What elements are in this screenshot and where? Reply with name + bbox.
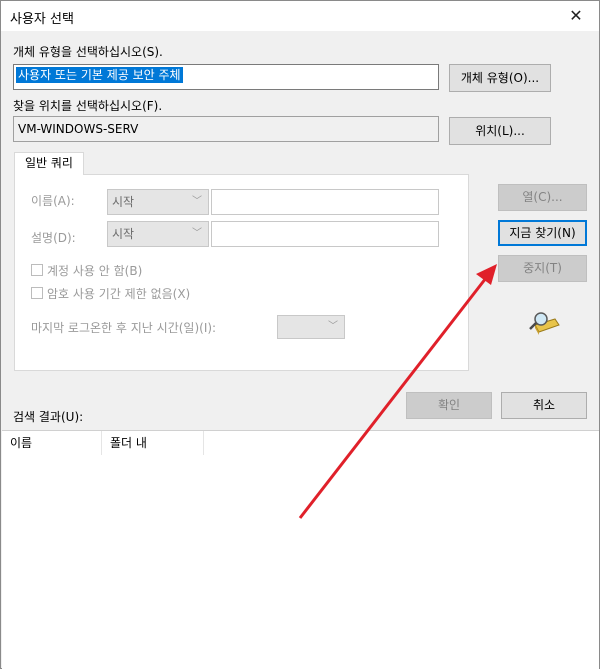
object-type-field[interactable]: 사용자 또는 기본 제공 보안 주체: [13, 64, 439, 90]
location-label: 찾을 위치를 선택하십시오(F).: [13, 99, 163, 113]
ok-button[interactable]: 확인: [406, 392, 492, 419]
column-header-folder[interactable]: 폴더 내: [102, 431, 204, 455]
close-icon[interactable]: ✕: [553, 1, 599, 31]
window-title: 사용자 선택: [10, 12, 74, 27]
object-type-value: 사용자 또는 기본 제공 보안 주체: [16, 67, 183, 83]
columns-button[interactable]: 열(C)...: [498, 184, 587, 211]
chevron-down-icon: ﹀: [328, 321, 338, 332]
disabled-accounts-checkbox[interactable]: [31, 264, 43, 276]
object-types-button[interactable]: 개체 유형(O)...: [449, 64, 551, 92]
non-expiring-password-label: 암호 사용 기간 제한 없음(X): [47, 287, 191, 301]
locations-button[interactable]: 위치(L)...: [449, 117, 551, 145]
search-results-label: 검색 결과(U):: [13, 410, 84, 424]
column-header-name[interactable]: 이름: [2, 431, 102, 455]
days-since-logon-select[interactable]: ﹀: [277, 315, 345, 339]
search-results-list[interactable]: 이름 폴더 내: [2, 430, 599, 669]
chevron-down-icon: ﹀: [192, 196, 202, 207]
description-label: 설명(D):: [31, 231, 76, 245]
days-since-logon-label: 마지막 로그온한 후 지난 시간(일)(I):: [31, 321, 217, 335]
description-match-value: 시작: [112, 227, 135, 241]
object-type-label: 개체 유형을 선택하십시오(S).: [13, 45, 163, 59]
description-input[interactable]: [211, 221, 439, 247]
name-match-value: 시작: [112, 195, 135, 209]
tab-common-queries[interactable]: 일반 쿼리: [14, 152, 84, 175]
disabled-accounts-label: 계정 사용 안 함(B): [47, 264, 143, 278]
dialog-window: 사용자 선택 ✕ 개체 유형을 선택하십시오(S). 사용자 또는 기본 제공 …: [0, 0, 600, 669]
title-bar: 사용자 선택 ✕: [1, 1, 599, 31]
cancel-button[interactable]: 취소: [501, 392, 587, 419]
location-field[interactable]: VM-WINDOWS-SERV: [13, 116, 439, 142]
non-expiring-password-checkbox[interactable]: [31, 287, 43, 299]
description-match-select[interactable]: 시작 ﹀: [107, 221, 209, 247]
name-input[interactable]: [211, 189, 439, 215]
search-icon: [529, 312, 560, 335]
stop-button[interactable]: 중지(T): [498, 255, 587, 282]
find-now-button[interactable]: 지금 찾기(N): [498, 220, 587, 246]
chevron-down-icon: ﹀: [192, 228, 202, 239]
name-label: 이름(A):: [31, 194, 75, 208]
name-match-select[interactable]: 시작 ﹀: [107, 189, 209, 215]
